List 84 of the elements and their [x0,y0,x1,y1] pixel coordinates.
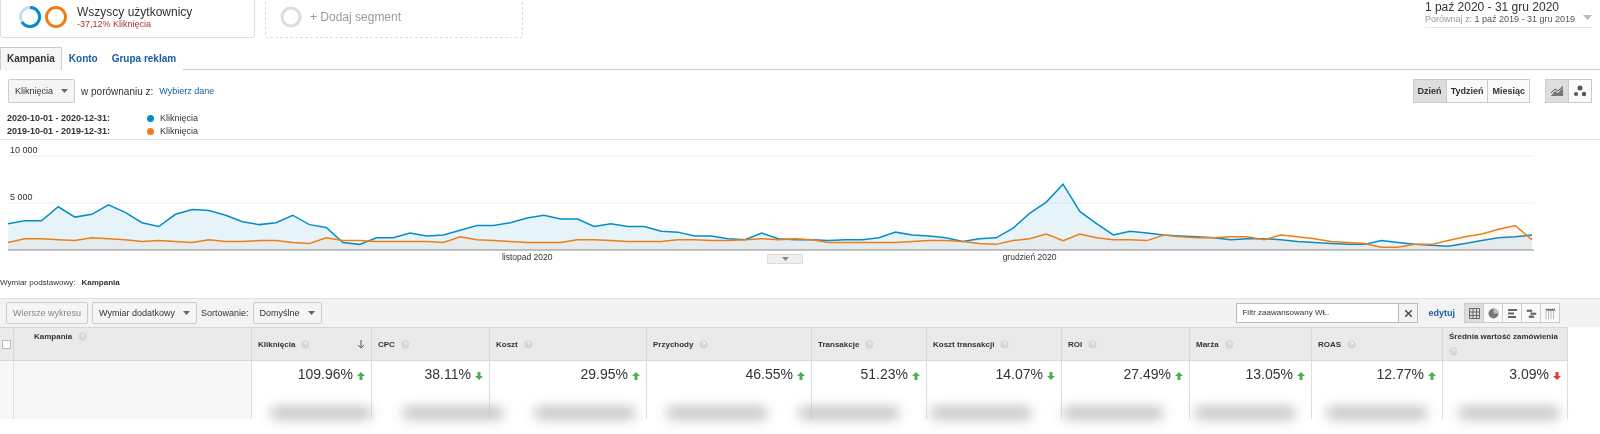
table-cell: 46.55% [745,366,793,382]
help-icon[interactable] [301,339,311,349]
filter-field[interactable]: Filtr zaawansowany WŁ. [1236,303,1419,323]
help-icon[interactable] [78,332,88,341]
segment-change: -37,12% Kliknięcia [77,19,153,29]
sort-label: Sortowanie: [200,308,249,318]
view-mode-button[interactable] [1464,303,1484,323]
column-header[interactable]: Kampania [34,332,73,341]
legend-range: 2020-10-01 - 2020-12-31: [7,113,112,123]
table-cell: 14.07% [995,366,1043,382]
column-header[interactable]: CPC [378,339,395,349]
close-icon[interactable] [1405,309,1412,317]
help-icon[interactable] [523,339,533,349]
chart-mode-button[interactable] [1568,79,1592,103]
x-axis-label: grudzień 2020 [1002,252,1057,262]
legend-label: Kliknięcia [160,126,199,136]
column-header[interactable]: Marża [1196,339,1219,349]
caret-icon [1583,15,1592,20]
compare-label: w porównaniu z: [81,85,154,97]
segment-name: + Dodaj segment [310,10,402,24]
y-axis-label: 10 000 [10,145,38,155]
metric-dropdown[interactable]: Kliknięcia [8,79,76,103]
x-axis-label: listopad 2020 [501,252,553,262]
primary-dimension-label: Wymiar podstawowy: [0,278,76,289]
legend-label: Kliknięcia [160,113,199,123]
table-cell: 3.09% [1509,366,1549,382]
view-mode-button[interactable] [1483,303,1503,323]
table-cell: 109.96% [297,366,353,382]
column-header[interactable]: Koszt transakcji [933,339,995,349]
column-header[interactable]: Przychody [653,339,694,349]
table-cell: 38.11% [424,366,471,382]
pie-chart-icon [1487,307,1499,319]
pivot-table-icon [1544,307,1556,319]
caret-icon [182,311,190,315]
date-range: 1 paź 2020 - 31 gru 2020 [1424,1,1560,14]
chart-mode-button[interactable] [1545,79,1569,103]
help-icon[interactable] [1224,339,1234,349]
period-button[interactable]: Miesiąc [1487,79,1530,103]
column-header[interactable]: ROAS [1318,339,1342,349]
plot-rows-button[interactable]: Wiersze wykresu [6,302,88,324]
segment-name: Wszyscy użytkownicy [77,5,193,19]
help-icon[interactable] [400,339,410,349]
help-icon[interactable] [1347,339,1357,349]
segment-card[interactable]: Wszyscy użytkownicy -37,12% Kliknięcia [0,0,255,38]
help-icon[interactable] [1000,339,1010,349]
view-mode-button[interactable] [1540,303,1560,323]
legend-range: 2019-10-01 - 2019-12-31: [7,126,112,136]
caret-icon [307,311,315,315]
checkbox[interactable] [2,339,11,349]
comparison-icon [1525,307,1537,319]
empty-circle-icon [280,6,302,28]
tab[interactable]: Kampania [0,47,62,70]
table-cell: 51.23% [860,366,908,382]
primary-dimension-value[interactable]: Kampania [81,278,120,298]
sort-dropdown[interactable]: Domyślne [252,302,322,324]
choose-data-link[interactable]: Wybierz dane [159,86,215,96]
period-button[interactable]: Tydzień [1445,79,1489,103]
column-header[interactable]: ROI [1068,339,1083,349]
chart-resize-handle[interactable] [767,254,803,264]
view-mode-button[interactable] [1502,303,1522,323]
table-cell: 13.05% [1245,366,1293,382]
bar-chart-icon [1506,307,1518,319]
table-cell: 29.95% [580,366,628,382]
period-button[interactable]: Dzień [1412,79,1447,103]
help-icon[interactable] [865,339,875,349]
segment-rings-icon [19,5,69,29]
secondary-dimension-dropdown[interactable]: Wymiar dodatkowy [92,302,197,324]
caret-icon [61,89,69,93]
help-icon[interactable] [1449,347,1458,356]
column-header[interactable]: Kliknięcia [258,339,296,349]
y-axis-label: 5 000 [10,192,33,202]
table-cell: 27.49% [1123,366,1171,382]
column-header[interactable]: Koszt [496,339,518,349]
view-mode-button[interactable] [1521,303,1541,323]
compare-range: Porównaj z: 1 paź 2019 - 31 gru 2019 [1424,14,1575,24]
bubbles-icon [1573,85,1587,97]
date-range-picker[interactable]: 1 paź 2020 - 31 gru 2020 Porównaj z: 1 paź 2019 - 31 gru 2019 [1424,0,1592,28]
line-chart-icon [1550,85,1564,97]
column-header[interactable]: Transakcje [818,339,860,349]
table-cell: 12.77% [1376,366,1424,382]
help-icon[interactable] [699,339,709,349]
edit-link[interactable]: edytuj [1428,308,1455,318]
table-icon [1468,307,1480,319]
help-icon[interactable] [1088,339,1098,349]
